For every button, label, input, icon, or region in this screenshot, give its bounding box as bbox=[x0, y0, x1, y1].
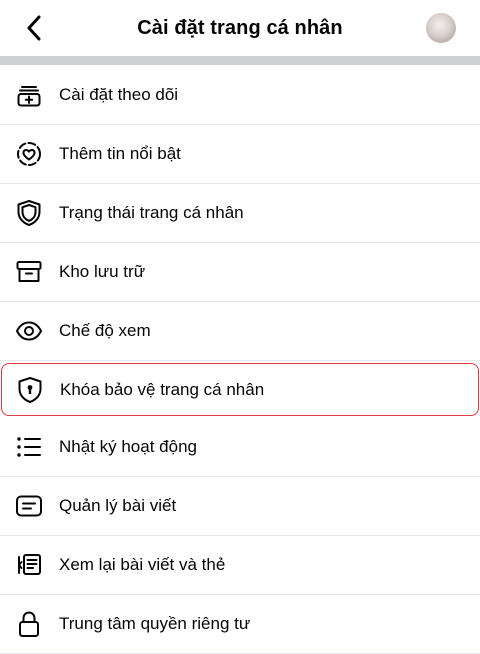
menu-item-label: Thêm tin nổi bật bbox=[59, 144, 181, 163]
menu-item-manage-posts[interactable]: Quản lý bài viết bbox=[0, 477, 480, 536]
menu-item-add-highlights[interactable]: Thêm tin nổi bật bbox=[0, 125, 480, 184]
menu-item-privacy-center[interactable]: Trung tâm quyền riêng tư bbox=[0, 595, 480, 654]
menu-item-activity-log[interactable]: Nhật ký hoạt động bbox=[0, 418, 480, 477]
menu-item-label: Cài đặt theo dõi bbox=[59, 85, 179, 104]
shield-icon bbox=[14, 198, 44, 228]
menu-item-label: Xem lại bài viết và thẻ bbox=[59, 555, 226, 574]
page-title: Cài đặt trang cá nhân bbox=[137, 16, 343, 39]
chevron-left-icon bbox=[26, 15, 42, 41]
archive-icon bbox=[14, 257, 44, 287]
header-bar: Cài đặt trang cá nhân bbox=[0, 0, 480, 56]
menu-item-label: Khóa bảo vệ trang cá nhân bbox=[60, 379, 265, 399]
menu-item-label: Chế độ xem bbox=[59, 321, 151, 340]
shield-lock-icon bbox=[15, 375, 45, 405]
review-posts-icon bbox=[14, 550, 44, 580]
eye-icon bbox=[14, 316, 44, 346]
menu-item-profile-status[interactable]: Trạng thái trang cá nhân bbox=[0, 184, 480, 243]
post-icon bbox=[14, 491, 44, 521]
menu-item-label: Trạng thái trang cá nhân bbox=[59, 203, 244, 222]
back-button[interactable] bbox=[18, 12, 50, 44]
avatar[interactable] bbox=[426, 13, 456, 43]
settings-list: Cài đặt theo dõi Thêm tin nổi bật Trạng … bbox=[0, 66, 480, 654]
menu-item-label: Kho lưu trữ bbox=[59, 262, 146, 281]
lock-icon bbox=[14, 609, 44, 639]
menu-item-label: Quản lý bài viết bbox=[59, 496, 177, 515]
menu-item-follow-settings[interactable]: Cài đặt theo dõi bbox=[0, 66, 480, 125]
menu-item-label: Trung tâm quyền riêng tư bbox=[59, 614, 251, 633]
list-icon bbox=[14, 432, 44, 462]
menu-item-profile-lock[interactable]: Khóa bảo vệ trang cá nhân bbox=[1, 363, 479, 416]
menu-item-view-mode[interactable]: Chế độ xem bbox=[0, 302, 480, 361]
add-follow-icon bbox=[14, 80, 44, 110]
header-separator bbox=[0, 56, 480, 65]
menu-item-review-posts-tags[interactable]: Xem lại bài viết và thẻ bbox=[0, 536, 480, 595]
heart-circle-icon bbox=[14, 139, 44, 169]
menu-item-label: Nhật ký hoạt động bbox=[59, 437, 197, 456]
menu-item-archive[interactable]: Kho lưu trữ bbox=[0, 243, 480, 302]
